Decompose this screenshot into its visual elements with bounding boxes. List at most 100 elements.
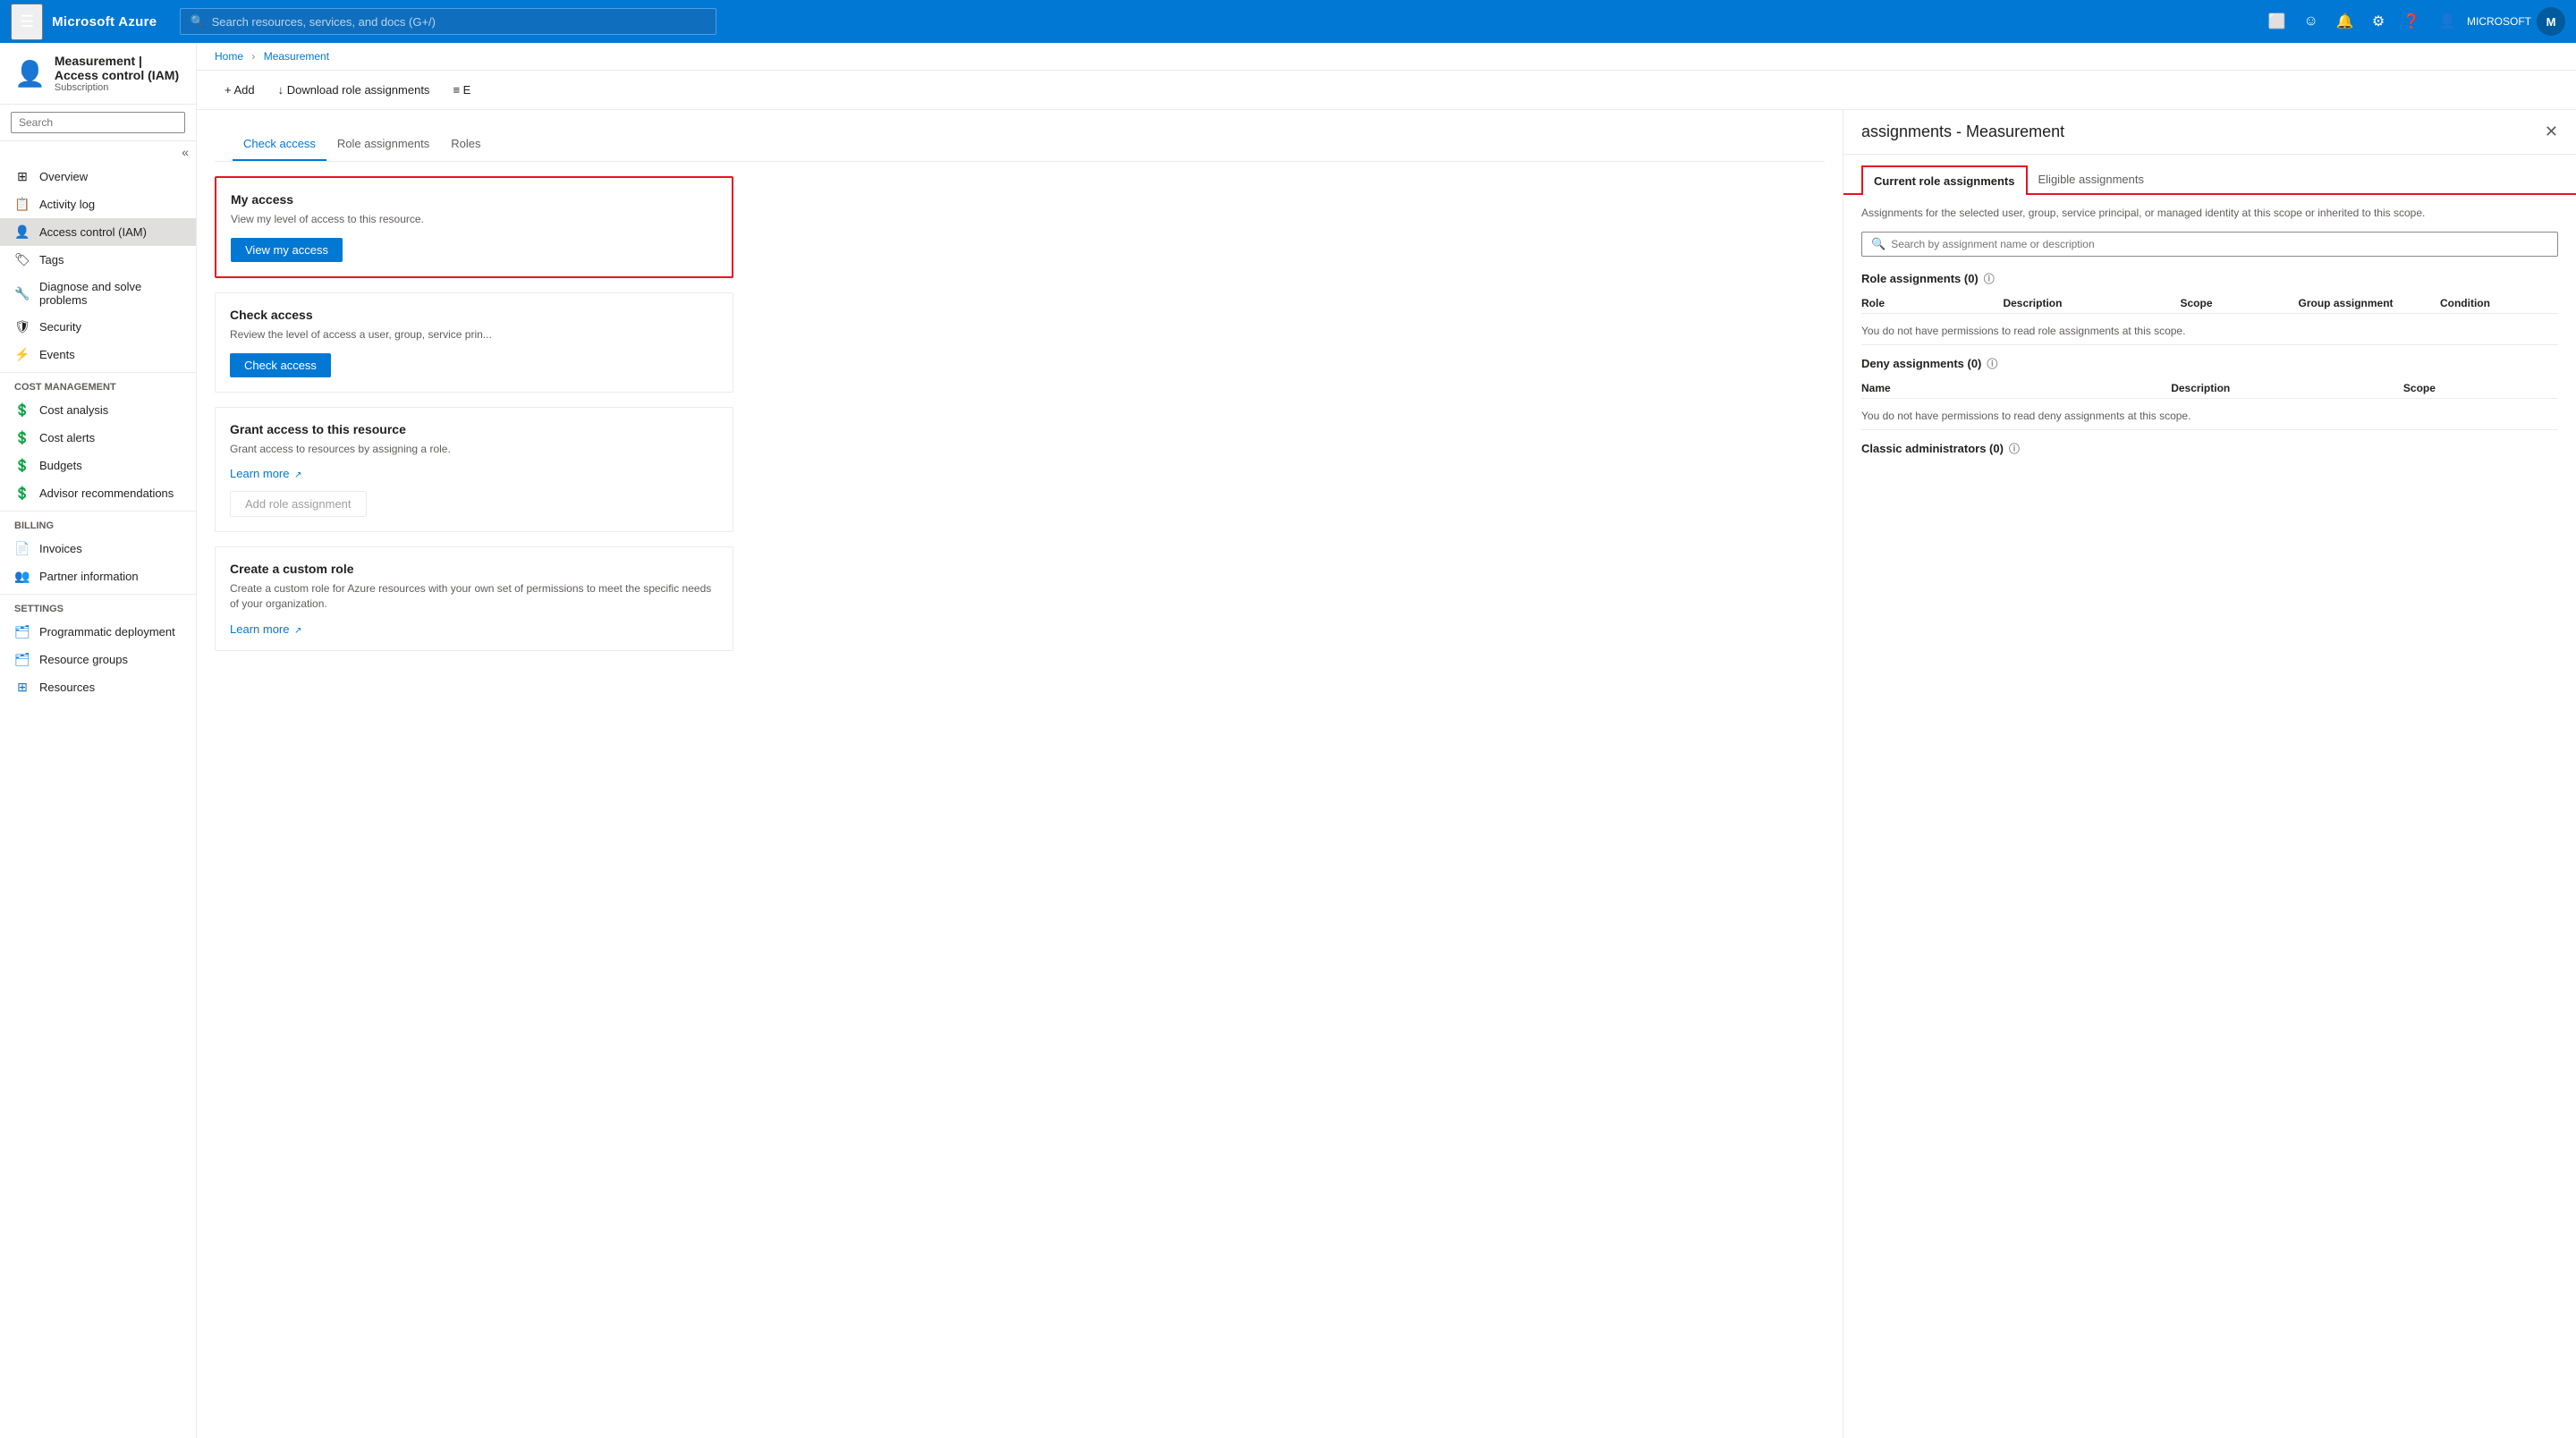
sidebar-search-container	[0, 105, 196, 141]
grant-access-card: Grant access to this resource Grant acce…	[215, 407, 733, 533]
sidebar-item-label: Activity log	[39, 198, 95, 211]
custom-role-learn-more[interactable]: Learn more	[230, 622, 289, 636]
sidebar-item-activity-log[interactable]: 📋 Activity log	[0, 190, 196, 218]
resource-header: 👤 Measurement | Access control (IAM) Sub…	[0, 43, 196, 105]
user-label: MICROSOFT	[2467, 15, 2531, 28]
help-icon[interactable]: ❓	[2395, 5, 2428, 38]
classic-admins-info-icon[interactable]: ⓘ	[2009, 441, 2020, 456]
search-icon: 🔍	[190, 14, 204, 29]
custom-role-card: Create a custom role Create a custom rol…	[215, 546, 733, 651]
sidebar-item-cost-alerts[interactable]: 💲 Cost alerts	[0, 424, 196, 452]
avatar: M	[2537, 7, 2565, 36]
settings-icon[interactable]: ⚙	[2365, 5, 2392, 38]
sidebar: 👤 Measurement | Access control (IAM) Sub…	[0, 43, 197, 1438]
global-search-input[interactable]	[212, 15, 708, 29]
sidebar-item-overview[interactable]: ⊞ Overview	[0, 163, 196, 190]
breadcrumb-measurement[interactable]: Measurement	[264, 50, 329, 63]
sidebar-item-label: Programmatic deployment	[39, 625, 175, 639]
col-group-assignment: Group assignment	[2299, 297, 2440, 309]
tab-roles[interactable]: Roles	[440, 128, 491, 161]
panel-description: Assignments for the selected user, group…	[1861, 206, 2558, 221]
sidebar-item-resources[interactable]: ⊞ Resources	[0, 673, 196, 701]
sidebar-item-partner[interactable]: 👥 Partner information	[0, 563, 196, 590]
grant-access-card-desc: Grant access to resources by assigning a…	[230, 442, 718, 457]
hamburger-menu[interactable]: ☰	[11, 4, 43, 40]
sidebar-item-label: Resource groups	[39, 653, 128, 666]
search-icon: 🔍	[1871, 237, 1885, 251]
panel-close-button[interactable]: ✕	[2545, 123, 2558, 141]
sidebar-item-events[interactable]: ⚡ Events	[0, 341, 196, 368]
role-assignments-no-permission: You do not have permissions to read role…	[1861, 317, 2558, 345]
sidebar-item-label: Overview	[39, 170, 88, 183]
panel-tab-eligible[interactable]: Eligible assignments	[2028, 165, 2156, 193]
col-scope: Scope	[2180, 297, 2298, 309]
check-access-card-desc: Review the level of access a user, group…	[230, 327, 718, 343]
sidebar-collapse-button[interactable]: «	[182, 145, 189, 159]
iam-left-panel: Check access Role assignments Roles My a…	[197, 110, 1843, 1438]
tab-check-access[interactable]: Check access	[233, 128, 326, 161]
sidebar-item-invoices[interactable]: 📄 Invoices	[0, 535, 196, 563]
app-logo: Microsoft Azure	[52, 14, 157, 30]
sidebar-item-diagnose[interactable]: 🔧 Diagnose and solve problems	[0, 274, 196, 313]
sidebar-item-security[interactable]: 🛡 Security	[0, 313, 196, 341]
my-access-card-title: My access	[231, 192, 717, 207]
add-button[interactable]: + Add	[215, 78, 265, 102]
sidebar-item-resource-groups[interactable]: 🗂 Resource groups	[0, 646, 196, 673]
columns-button[interactable]: ≡ E	[443, 78, 480, 102]
deny-assignments-info-icon[interactable]: ⓘ	[1987, 356, 1997, 371]
global-search[interactable]: 🔍	[180, 8, 716, 35]
diagnose-icon: 🔧	[14, 286, 30, 301]
security-icon: 🛡	[14, 319, 30, 334]
panel-body: Assignments for the selected user, group…	[1843, 195, 2576, 1438]
sidebar-item-cost-analysis[interactable]: 💲 Cost analysis	[0, 396, 196, 424]
tags-icon: 🏷	[14, 252, 30, 267]
iam-tab-bar: Check access Role assignments Roles	[215, 128, 1825, 162]
directory-icon[interactable]: 👤	[2431, 5, 2463, 38]
sidebar-item-label: Invoices	[39, 542, 82, 555]
sidebar-item-label: Budgets	[39, 459, 82, 472]
grant-access-learn-more[interactable]: Learn more	[230, 467, 289, 480]
sidebar-item-access-control[interactable]: 👤 Access control (IAM)	[0, 218, 196, 246]
deny-assignments-no-permission: You do not have permissions to read deny…	[1861, 402, 2558, 430]
notifications-icon[interactable]: 🔔	[2329, 5, 2361, 38]
download-button[interactable]: ↓ Download role assignments	[268, 78, 440, 102]
sidebar-search-input[interactable]	[11, 112, 185, 133]
view-my-access-button[interactable]: View my access	[231, 238, 343, 262]
cloud-shell-icon[interactable]: ⬜	[2261, 5, 2293, 38]
resource-groups-icon: 🗂	[14, 652, 30, 667]
sidebar-item-budgets[interactable]: 💲 Budgets	[0, 452, 196, 479]
tab-role-assignments[interactable]: Role assignments	[326, 128, 440, 161]
sidebar-item-programmatic[interactable]: 🗂 Programmatic deployment	[0, 618, 196, 646]
feedback-icon[interactable]: ☺	[2297, 6, 2326, 37]
deny-col-scope: Scope	[2403, 382, 2558, 394]
sidebar-item-label: Access control (IAM)	[39, 225, 147, 239]
check-access-button[interactable]: Check access	[230, 353, 331, 377]
check-access-card: Check access Review the level of access …	[215, 292, 733, 393]
role-assignments-info-icon[interactable]: ⓘ	[1984, 271, 1995, 286]
sidebar-item-tags[interactable]: 🏷 Tags	[0, 246, 196, 274]
panel-header: assignments - Measurement ✕	[1843, 110, 2576, 155]
assignment-search-box[interactable]: 🔍	[1861, 232, 2558, 257]
col-role: Role	[1861, 297, 2003, 309]
check-access-card-title: Check access	[230, 308, 718, 322]
invoices-icon: 📄	[14, 541, 30, 556]
panel-tab-current[interactable]: Current role assignments	[1861, 165, 2028, 195]
assignment-search-input[interactable]	[1891, 238, 2548, 250]
resources-icon: ⊞	[14, 680, 30, 695]
sidebar-item-advisor[interactable]: 💲 Advisor recommendations	[0, 479, 196, 507]
cost-analysis-icon: 💲	[14, 402, 30, 418]
user-account[interactable]: MICROSOFT M	[2467, 7, 2565, 36]
assignments-panel: assignments - Measurement ✕ Current role…	[1843, 110, 2576, 1438]
sidebar-item-label: Resources	[39, 681, 95, 694]
sidebar-item-label: Diagnose and solve problems	[39, 280, 182, 307]
breadcrumb-home[interactable]: Home	[215, 50, 243, 63]
partner-icon: 👥	[14, 569, 30, 584]
col-description: Description	[2003, 297, 2180, 309]
role-assignments-table-header: Role Description Scope Group assignment …	[1861, 293, 2558, 314]
resource-title: Measurement | Access control (IAM)	[55, 54, 182, 82]
external-link-icon: ↗	[294, 470, 301, 480]
grant-access-card-title: Grant access to this resource	[230, 422, 718, 436]
top-nav-icons: ⬜ ☺ 🔔 ⚙ ❓ 👤 MICROSOFT M	[2261, 5, 2565, 38]
main-content: Home › Measurement + Add ↓ Download role…	[197, 43, 2576, 1438]
panel-tab-bar: Current role assignments Eligible assign…	[1843, 165, 2576, 195]
